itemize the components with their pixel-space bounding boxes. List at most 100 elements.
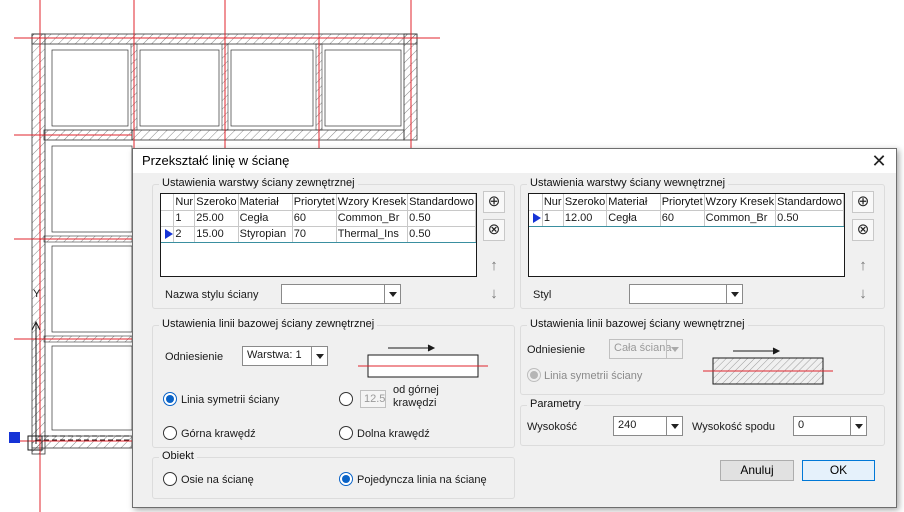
move-up-button[interactable]: ↑ — [483, 255, 505, 277]
single-line-to-wall-label[interactable]: Pojedyncza linia na ścianę — [357, 474, 487, 486]
col-header[interactable]: Szeroko — [563, 194, 608, 211]
col-header[interactable]: Wzory Kresek — [336, 194, 409, 211]
outer-reference-label: Odniesienie — [165, 351, 224, 363]
cad-grip[interactable] — [9, 432, 20, 443]
inner-symmetry-radio[interactable] — [527, 368, 541, 382]
outer-reference-combo[interactable]: Warstwa: 1 — [242, 346, 328, 366]
inner-baseline-legend: Ustawienia linii bazowej ściany wewnętrz… — [527, 318, 748, 330]
dialog-titlebar[interactable]: Przekształć linię w ścianę ✕ — [133, 149, 896, 173]
table-row[interactable]: 1 25.00 Cegła 60 Common_Br 0.50 — [161, 210, 476, 227]
add-layer-button[interactable]: ⊕ — [483, 191, 505, 213]
inner-symmetry-label[interactable]: Linia symetrii ściany — [544, 370, 642, 382]
chevron-down-icon[interactable] — [666, 417, 682, 435]
outer-baseline-group: Ustawienia linii bazowej ściany zewnętrz… — [152, 318, 515, 448]
inner-layers-grid[interactable]: Nur Szeroko Materiał Priorytet Wzory Kre… — [528, 193, 845, 277]
height-combo[interactable]: 240 — [613, 416, 683, 436]
cell[interactable]: Thermal_Ins — [336, 225, 409, 243]
chevron-down-icon[interactable] — [666, 340, 682, 358]
style-combo[interactable] — [629, 284, 743, 304]
object-group: Obiekt Osie na ścianę Pojedyncza linia n… — [152, 450, 515, 499]
outer-baseline-legend: Ustawienia linii bazowej ściany zewnętrz… — [159, 318, 378, 330]
col-header[interactable]: Standardowo — [775, 194, 844, 211]
inner-reference-combo[interactable]: Cała ściana — [609, 339, 683, 359]
move-down-button[interactable]: ↓ — [483, 283, 505, 305]
move-down-button[interactable]: ↓ — [852, 283, 874, 305]
parameters-legend: Parametry — [527, 398, 584, 410]
cell[interactable]: 25.00 — [194, 210, 239, 227]
outer-layers-grid[interactable]: Nur Szeroko Materiał Priorytet Wzory Kre… — [160, 193, 477, 277]
cell[interactable]: Common_Br — [704, 209, 777, 227]
ok-button[interactable]: OK — [802, 460, 875, 481]
cell[interactable]: 15.00 — [194, 225, 239, 243]
baseline-symmetry-label[interactable]: Linia symetrii ściany — [181, 394, 279, 406]
bottom-height-combo[interactable]: 0 — [793, 416, 867, 436]
ucs-y-label: Y — [33, 288, 41, 300]
move-up-button[interactable]: ↑ — [852, 255, 874, 277]
chevron-down-icon[interactable] — [384, 285, 400, 303]
remove-layer-button[interactable]: ⊗ — [483, 219, 505, 241]
single-line-to-wall-radio[interactable] — [339, 472, 353, 486]
remove-layer-button[interactable]: ⊗ — [852, 219, 874, 241]
row-selector[interactable] — [161, 210, 175, 227]
col-header[interactable]: Nur — [542, 194, 564, 211]
col-header[interactable]: Standardowo — [407, 194, 476, 211]
cancel-button[interactable]: Anuluj — [720, 460, 794, 481]
cell[interactable]: 60 — [660, 209, 705, 227]
col-header[interactable]: Materiał — [606, 194, 661, 211]
cell[interactable]: 0.50 — [775, 209, 844, 227]
cell[interactable]: Cegła — [238, 210, 293, 227]
height-value: 240 — [618, 419, 637, 431]
chevron-down-icon[interactable] — [726, 285, 742, 303]
cell[interactable]: 12.00 — [563, 209, 608, 227]
inner-baseline-preview — [703, 347, 833, 385]
baseline-offset-input[interactable]: 12.5 — [360, 390, 386, 408]
col-header[interactable]: Wzory Kresek — [704, 194, 777, 211]
axes-to-wall-radio[interactable] — [163, 472, 177, 486]
cell[interactable]: Cegła — [606, 209, 661, 227]
outer-layers-legend: Ustawienia warstwy ściany zewnętrznej — [159, 177, 358, 189]
baseline-top-label[interactable]: Górna krawędź — [181, 428, 256, 440]
cell[interactable]: Styropian — [238, 225, 293, 243]
convert-line-to-wall-dialog: Przekształć linię w ścianę ✕ Ustawienia … — [132, 148, 897, 508]
cell[interactable]: 60 — [292, 210, 337, 227]
outer-layers-group: Ustawienia warstwy ściany zewnętrznej Nu… — [152, 177, 515, 309]
col-header[interactable]: Szeroko — [194, 194, 239, 211]
baseline-bottom-label[interactable]: Dolna krawędź — [357, 428, 430, 440]
style-label: Styl — [533, 289, 552, 301]
cell[interactable]: 2 — [173, 225, 196, 243]
dialog-title: Przekształć linię w ścianę — [142, 153, 290, 168]
add-layer-button[interactable]: ⊕ — [852, 191, 874, 213]
baseline-top-radio[interactable] — [163, 426, 177, 440]
table-row-current[interactable]: 2 15.00 Styropian 70 Thermal_Ins 0.50 — [161, 225, 476, 243]
col-header[interactable]: Materiał — [238, 194, 293, 211]
grid-header-row: Nur Szeroko Materiał Priorytet Wzory Kre… — [529, 194, 844, 211]
row-selector[interactable] — [529, 209, 543, 227]
cell[interactable]: 0.50 — [407, 225, 476, 243]
inner-layers-group: Ustawienia warstwy ściany wewnętrznej Nu… — [520, 177, 885, 309]
chevron-down-icon[interactable] — [850, 417, 866, 435]
col-header[interactable]: Priorytet — [292, 194, 337, 211]
parameters-group: Parametry Wysokość 240 Wysokość spodu 0 — [520, 398, 885, 446]
col-header[interactable]: Nur — [173, 194, 196, 211]
chevron-down-icon[interactable] — [311, 347, 327, 365]
current-row-arrow-icon — [533, 212, 541, 223]
wall-style-name-combo[interactable] — [281, 284, 401, 304]
baseline-offset-radio[interactable] — [339, 392, 353, 406]
cell[interactable]: 0.50 — [407, 210, 476, 227]
bottom-height-value: 0 — [798, 419, 805, 431]
current-row-arrow-icon — [165, 228, 173, 239]
baseline-bottom-radio[interactable] — [339, 426, 353, 440]
row-selector[interactable] — [161, 225, 175, 243]
cell[interactable]: 1 — [542, 209, 564, 227]
outer-reference-value: Warstwa: 1 — [247, 349, 302, 361]
cell[interactable]: 70 — [292, 225, 337, 243]
baseline-offset-label: od górnej krawędzi — [393, 384, 439, 409]
col-header[interactable]: Priorytet — [660, 194, 705, 211]
cell[interactable]: 1 — [173, 210, 196, 227]
table-row-current[interactable]: 1 12.00 Cegła 60 Common_Br 0.50 — [529, 209, 844, 227]
baseline-symmetry-radio[interactable] — [163, 392, 177, 406]
grid-header-row: Nur Szeroko Materiał Priorytet Wzory Kre… — [161, 194, 476, 211]
close-icon[interactable]: ✕ — [868, 150, 890, 172]
cell[interactable]: Common_Br — [336, 210, 409, 227]
axes-to-wall-label[interactable]: Osie na ścianę — [181, 474, 254, 486]
